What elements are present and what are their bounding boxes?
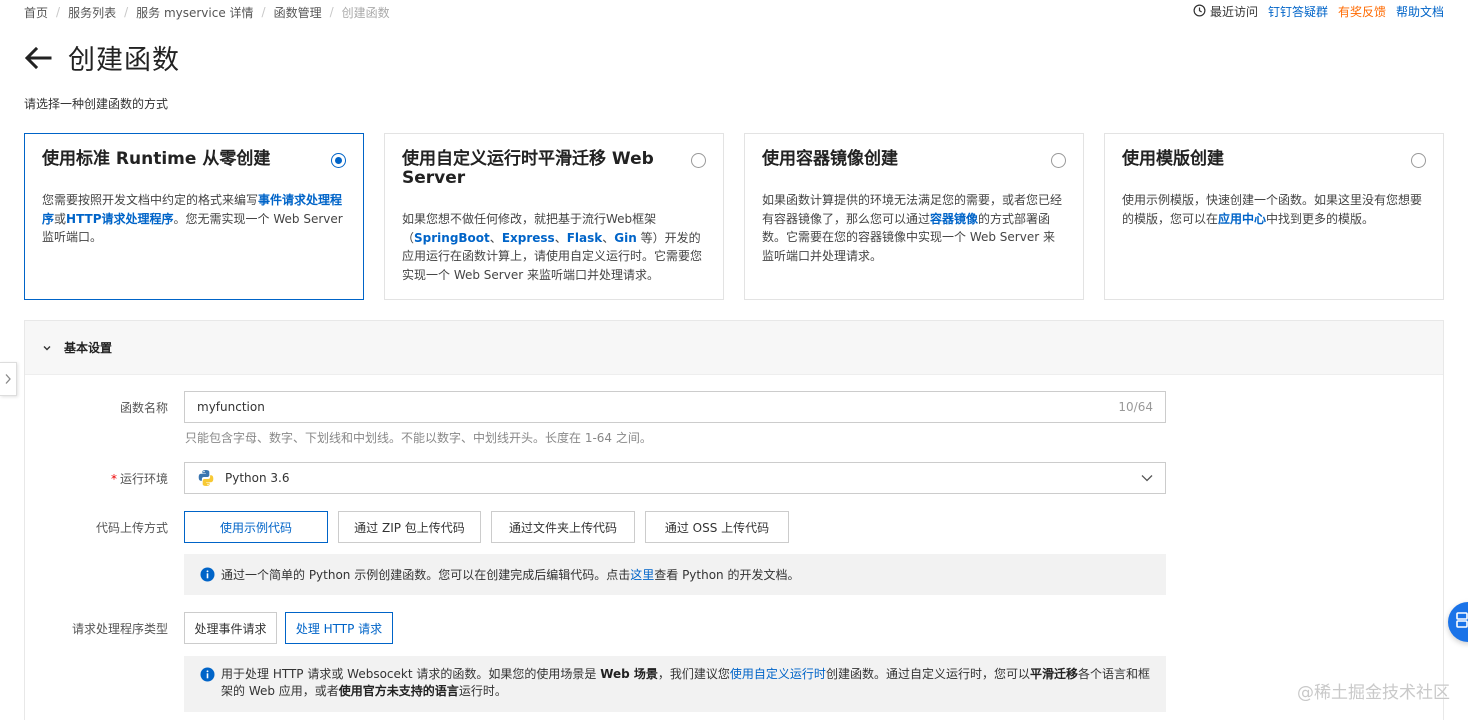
upload-option-sample[interactable]: 使用示例代码 (184, 511, 328, 543)
card-description: 您需要按照开发文档中约定的格式来编写事件请求处理程序或HTTP请求处理程序。您无… (42, 191, 346, 247)
upload-method-label: 代码上传方式 (95, 521, 168, 535)
chevron-right-icon (4, 370, 12, 389)
function-name-value: myfunction (197, 400, 265, 414)
info-text: 用于处理 HTTP 请求或 Websocekt 请求的函数。如果您的使用场景是 (221, 667, 601, 681)
info-text: 通过一个简单的 Python 示例创建函数。您可以在创建完成后编辑代码。点击 (221, 568, 631, 582)
chevron-down-icon (42, 342, 54, 354)
framework-springboot: SpringBoot (414, 230, 490, 245)
watermark: @稀土掘金技术社区 (1297, 683, 1450, 703)
panel-title: 基本设置 (64, 341, 113, 355)
runtime-label: * 运行环境 (18, 470, 168, 487)
upload-info-text: 通过一个简单的 Python 示例创建函数。您可以在创建完成后编辑代码。点击这里… (221, 566, 799, 583)
upload-info-box: 通过一个简单的 Python 示例创建函数。您可以在创建完成后编辑代码。点击这里… (184, 554, 1166, 595)
desc-text: 、 (489, 230, 502, 245)
card-title: 使用模版创建 (1122, 149, 1224, 169)
card-title: 使用标准 Runtime 从零创建 (42, 149, 271, 169)
radio-icon[interactable] (331, 153, 346, 168)
basic-settings-header[interactable]: 基本设置 (25, 321, 1443, 375)
runtime-label-text: 运行环境 (119, 472, 168, 486)
required-mark: * (110, 472, 117, 486)
char-counter: 10/64 (1118, 400, 1153, 414)
breadcrumb-current: 创建函数 (341, 5, 390, 20)
page-title: 创建函数 (68, 45, 180, 76)
radio-icon[interactable] (1051, 153, 1066, 168)
handler-option-http[interactable]: 处理 HTTP 请求 (285, 612, 393, 644)
python-icon (197, 469, 215, 487)
card-custom-runtime[interactable]: 使用自定义运行时平滑迁移 Web Server 如果您想不做任何修改，就把基于流… (384, 133, 724, 300)
card-title: 使用自定义运行时平滑迁移 Web Server (402, 149, 654, 188)
page-header: 创建函数 (24, 38, 180, 77)
info-icon (200, 667, 215, 682)
custom-runtime-link[interactable]: 使用自定义运行时 (730, 667, 826, 681)
creation-method-cards: 使用标准 Runtime 从零创建 您需要按照开发文档中约定的格式来编写事件请求… (24, 133, 1444, 300)
card-container-image[interactable]: 使用容器镜像创建 如果函数计算提供的环境无法满足您的需要，或者您已经有容器镜像了… (744, 133, 1084, 300)
handler-type-group: 处理事件请求 处理 HTTP 请求 (184, 612, 403, 644)
info-bold-text: 平滑迁移 (1029, 667, 1078, 681)
breadcrumb-function-management[interactable]: 函数管理 (274, 4, 322, 21)
desc-text: 、 (602, 230, 615, 245)
radio-icon[interactable] (691, 153, 706, 168)
desc-text: 您需要按照开发文档中约定的格式来编写 (42, 193, 259, 207)
runtime-value: Python 3.6 (225, 471, 290, 485)
desc-text: 、 (554, 230, 567, 245)
handler-option-event[interactable]: 处理事件请求 (184, 612, 277, 644)
http-handler-link[interactable]: HTTP请求处理程序 (66, 212, 174, 226)
upload-option-folder[interactable]: 通过文件夹上传代码 (491, 511, 635, 543)
breadcrumb-separator: / (261, 5, 266, 19)
desc-text: 中找到更多的模版。 (1266, 211, 1375, 226)
floating-help-button[interactable] (1448, 602, 1468, 642)
info-bold-text: Web 场景 (600, 667, 658, 681)
breadcrumb: 首页 / 服务列表 / 服务 myservice 详情 / 函数管理 / 创建函… (24, 4, 390, 20)
handler-info-text: 用于处理 HTTP 请求或 Websocekt 请求的函数。如果您的使用场景是 … (221, 666, 1150, 712)
runtime-select[interactable]: Python 3.6 (184, 462, 1166, 494)
back-arrow-icon[interactable] (24, 43, 54, 73)
card-title: 使用容器镜像创建 (762, 149, 898, 169)
breadcrumb-separator: / (124, 5, 129, 19)
sidebar-toggle[interactable] (0, 362, 17, 396)
info-text: 查看 Python 的开发文档。 (654, 568, 800, 582)
app-center-link[interactable]: 应用中心 (1218, 212, 1266, 226)
python-docs-link[interactable]: 这里 (630, 568, 654, 582)
top-links: 最近访问 钉钉答疑群 有奖反馈 帮助文档 (1193, 3, 1444, 20)
chevron-down-icon (1141, 471, 1153, 485)
info-text: 创建函数。通过自定义运行时，您可以 (825, 667, 1030, 681)
upload-option-zip[interactable]: 通过 ZIP 包上传代码 (338, 511, 481, 543)
breadcrumb-separator: / (329, 5, 334, 19)
card-template[interactable]: 使用模版创建 使用示例模版，快速创建一个函数。如果这里没有您想要的模版，您可以在… (1104, 133, 1444, 300)
framework-express: Express (501, 230, 555, 245)
function-name-label: 函数名称 (119, 401, 168, 415)
framework-flask: Flask (566, 230, 603, 245)
function-name-input[interactable]: myfunction 10/64 (184, 391, 1166, 423)
info-bold-text: 使用官方未支持的语言 (338, 684, 459, 698)
handler-info-box: 用于处理 HTTP 请求或 Websocekt 请求的函数。如果您的使用场景是 … (184, 656, 1166, 712)
function-name-help: 只能包含字母、数字、下划线和中划线。不能以数字、中划线开头。长度在 1-64 之… (185, 431, 652, 445)
upload-method-group: 使用示例代码 通过 ZIP 包上传代码 通过文件夹上传代码 通过 OSS 上传代… (184, 511, 799, 543)
handler-type-label: 请求处理程序类型 (71, 622, 168, 636)
card-standard-runtime[interactable]: 使用标准 Runtime 从零创建 您需要按照开发文档中约定的格式来编写事件请求… (24, 133, 364, 300)
card-description: 如果您想不做任何修改，就把基于流行Web框架（SpringBoot、Expres… (402, 210, 706, 284)
radio-icon[interactable] (1411, 153, 1426, 168)
container-image-link[interactable]: 容器镜像 (930, 212, 978, 226)
upload-option-oss[interactable]: 通过 OSS 上传代码 (645, 511, 789, 543)
info-icon (200, 567, 215, 582)
dingtalk-group-link[interactable]: 钉钉答疑群 (1268, 3, 1328, 20)
desc-text: 或 (54, 211, 67, 226)
card-description: 如果函数计算提供的环境无法满足您的需要，或者您已经有容器镜像了，那么您可以通过容… (762, 191, 1066, 265)
recent-visits-link[interactable]: 最近访问 (1193, 3, 1258, 20)
recent-visits-label: 最近访问 (1209, 5, 1258, 19)
breadcrumb-service-detail[interactable]: 服务 myservice 详情 (136, 4, 253, 21)
info-text: 运行时。 (458, 684, 507, 698)
info-text: ，我们建议您 (657, 667, 730, 681)
framework-gin: Gin (614, 230, 637, 245)
help-docs-link[interactable]: 帮助文档 (1396, 3, 1444, 20)
feedback-link[interactable]: 有奖反馈 (1338, 3, 1386, 20)
breadcrumb-home[interactable]: 首页 (24, 4, 48, 21)
page-subtitle: 请选择一种创建函数的方式 (24, 97, 169, 111)
grid-icon (1456, 612, 1468, 632)
clock-icon (1193, 4, 1210, 20)
breadcrumb-separator: / (56, 5, 61, 19)
breadcrumb-service-list[interactable]: 服务列表 (68, 4, 116, 21)
card-description: 使用示例模版，快速创建一个函数。如果这里没有您想要的模版，您可以在应用中心中找到… (1122, 191, 1426, 228)
